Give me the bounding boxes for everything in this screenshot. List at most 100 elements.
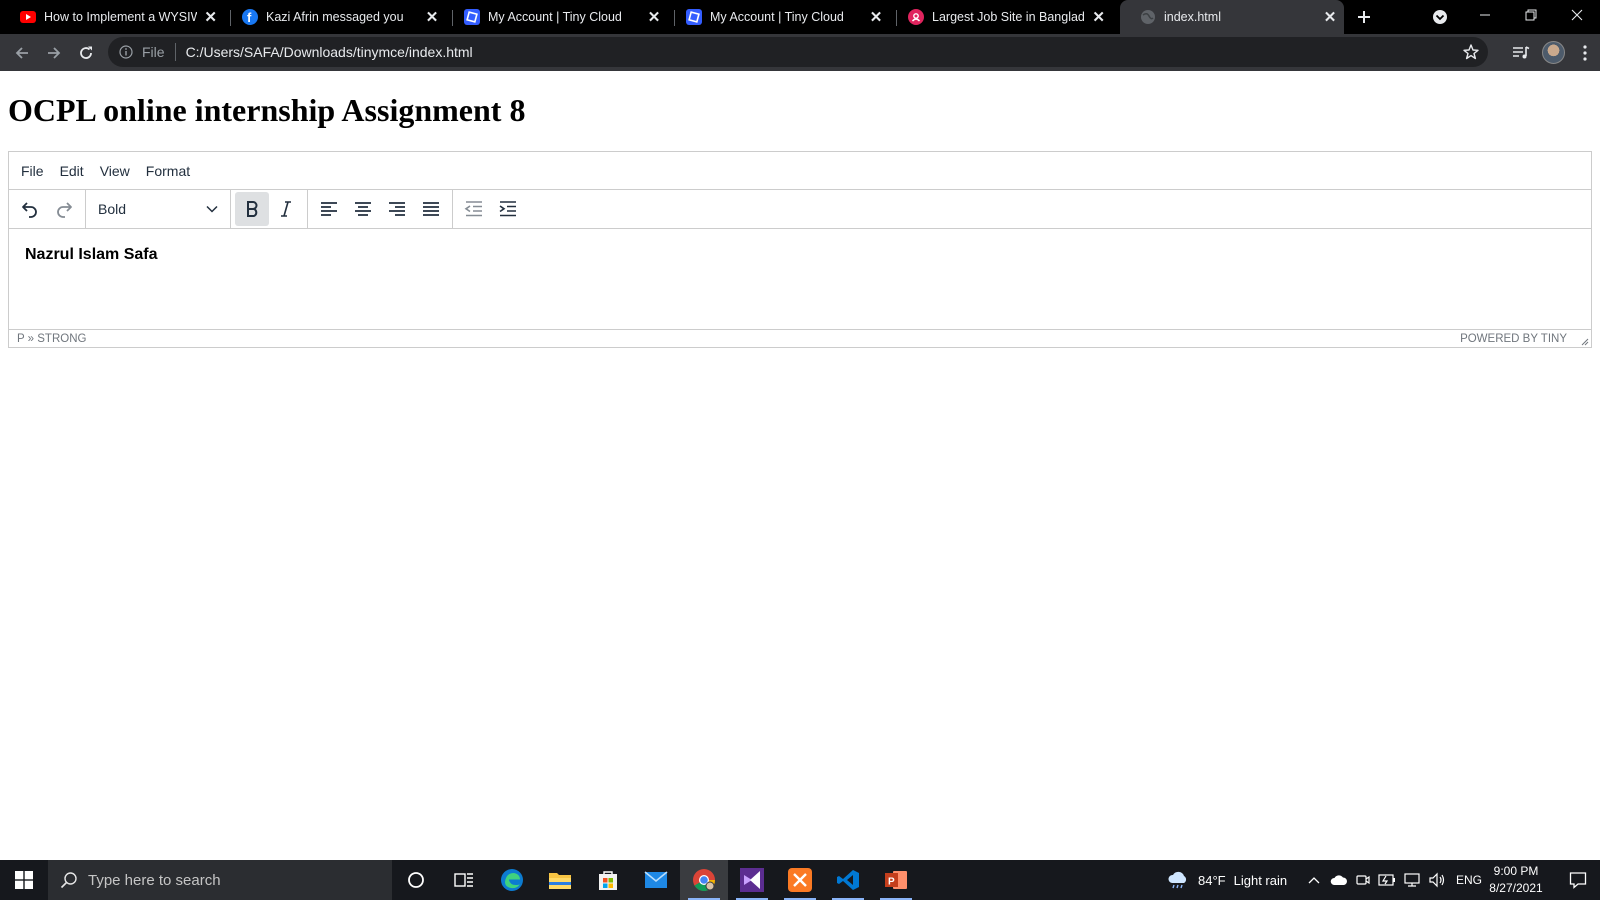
url-scheme-label: File bbox=[142, 44, 165, 60]
alignment-group bbox=[308, 189, 453, 229]
weather-rain-cloud-icon bbox=[1168, 871, 1187, 889]
tab-close-icon[interactable]: ✕ bbox=[1091, 9, 1106, 26]
taskbar-search-box[interactable]: Type here to search bbox=[48, 860, 392, 900]
browser-toolbar: File C:/Users/SAFA/Downloads/tinymce/ind… bbox=[0, 34, 1600, 71]
visual-studio-app[interactable] bbox=[728, 860, 776, 900]
weather-widget[interactable]: 84°F Light rain bbox=[1166, 860, 1287, 900]
indent-group bbox=[453, 190, 529, 229]
align-center-icon bbox=[355, 202, 371, 216]
globe-icon bbox=[1140, 9, 1156, 25]
reload-button[interactable] bbox=[72, 39, 100, 67]
microsoft-store-app[interactable] bbox=[584, 860, 632, 900]
info-icon[interactable] bbox=[118, 44, 134, 60]
back-button[interactable] bbox=[8, 39, 36, 67]
tab-close-icon[interactable]: ✕ bbox=[203, 9, 218, 26]
tab-tiny-cloud-2[interactable]: My Account | Tiny Cloud ✕ bbox=[666, 0, 890, 34]
block-format-value: Bold bbox=[98, 201, 127, 217]
element-path[interactable]: P » STRONG bbox=[17, 333, 86, 345]
xampp-app[interactable] bbox=[776, 860, 824, 900]
file-explorer-app[interactable] bbox=[536, 860, 584, 900]
bold-button[interactable] bbox=[235, 192, 269, 226]
facebook-icon: f bbox=[242, 9, 258, 25]
outdent-icon bbox=[464, 201, 482, 217]
mail-app[interactable] bbox=[632, 860, 680, 900]
chrome-icon bbox=[693, 869, 715, 891]
volume-icon[interactable] bbox=[1428, 872, 1446, 888]
undo-button[interactable] bbox=[13, 192, 47, 226]
powerpoint-app[interactable]: P bbox=[872, 860, 920, 900]
tab-index-html[interactable]: index.html ✕ bbox=[1120, 0, 1344, 34]
clock-date: 8/27/2021 bbox=[1489, 881, 1543, 895]
indent-button[interactable] bbox=[491, 192, 525, 226]
tab-close-icon[interactable]: ✕ bbox=[868, 9, 884, 26]
meet-now-icon[interactable] bbox=[1356, 872, 1370, 888]
editor-content-area[interactable]: Nazrul Islam Safa bbox=[9, 229, 1591, 329]
align-left-button[interactable] bbox=[312, 192, 346, 226]
chevron-up-icon[interactable] bbox=[1308, 876, 1320, 884]
minimize-button[interactable] bbox=[1462, 0, 1508, 30]
browser-menu-icon[interactable] bbox=[1574, 42, 1596, 64]
address-bar[interactable]: File C:/Users/SAFA/Downloads/tinymce/ind… bbox=[108, 37, 1488, 67]
tab-title: index.html bbox=[1164, 10, 1221, 24]
redo-button[interactable] bbox=[47, 192, 81, 226]
network-ethernet-icon[interactable] bbox=[1404, 872, 1420, 888]
restore-button[interactable] bbox=[1508, 0, 1554, 30]
cortana-button[interactable] bbox=[392, 860, 440, 900]
resize-handle-icon[interactable] bbox=[1579, 336, 1589, 346]
notification-center-button[interactable] bbox=[1560, 860, 1596, 900]
menu-edit[interactable]: Edit bbox=[52, 159, 92, 183]
start-button[interactable] bbox=[0, 860, 48, 900]
chrome-app[interactable] bbox=[680, 860, 728, 900]
menu-file[interactable]: File bbox=[13, 159, 52, 183]
page-title: OCPL online internship Assignment 8 bbox=[8, 92, 526, 128]
tab-bdjobs[interactable]: Largest Job Site in Banglades ✕ bbox=[888, 0, 1112, 34]
tab-close-icon[interactable]: ✕ bbox=[1322, 9, 1338, 26]
menu-view[interactable]: View bbox=[92, 159, 138, 183]
profile-avatar[interactable] bbox=[1542, 41, 1565, 64]
new-tab-button[interactable] bbox=[1352, 0, 1376, 34]
tab-search-button[interactable] bbox=[1418, 2, 1462, 32]
youtube-icon bbox=[20, 9, 36, 25]
align-center-button[interactable] bbox=[346, 192, 380, 226]
vscode-app[interactable] bbox=[824, 860, 872, 900]
search-icon bbox=[60, 872, 77, 889]
tab-tiny-cloud-1[interactable]: My Account | Tiny Cloud ✕ bbox=[444, 0, 668, 34]
media-control-icon[interactable] bbox=[1510, 42, 1532, 64]
indent-icon bbox=[499, 201, 516, 217]
bookmark-star-icon[interactable] bbox=[1462, 43, 1480, 61]
tab-youtube[interactable]: How to Implement a WYSIWY ✕ bbox=[0, 0, 224, 34]
tab-close-icon[interactable]: ✕ bbox=[646, 9, 662, 26]
editor-paragraph[interactable]: Nazrul Islam Safa bbox=[25, 246, 1575, 264]
editor-bold-text[interactable]: Nazrul Islam Safa bbox=[25, 246, 158, 263]
onedrive-cloud-icon[interactable] bbox=[1330, 874, 1348, 886]
arrow-left-icon bbox=[15, 47, 28, 59]
clock-time: 9:00 PM bbox=[1493, 864, 1539, 878]
align-right-button[interactable] bbox=[380, 192, 414, 226]
web-page: OCPL online internship Assignment 8 File… bbox=[0, 71, 1600, 860]
block-format-group: Bold bbox=[86, 189, 231, 229]
editor-statusbar: P » STRONG POWERED BY TINY bbox=[9, 329, 1591, 347]
italic-button[interactable] bbox=[269, 192, 303, 226]
tab-close-icon[interactable]: ✕ bbox=[424, 9, 440, 26]
battery-charging-icon[interactable] bbox=[1378, 872, 1396, 888]
edge-app[interactable] bbox=[488, 860, 536, 900]
powered-by-tiny-link[interactable]: POWERED BY TINY bbox=[1460, 333, 1567, 345]
search-placeholder: Type here to search bbox=[88, 871, 221, 889]
tab-facebook[interactable]: f Kazi Afrin messaged you ✕ bbox=[222, 0, 446, 34]
redo-icon bbox=[57, 202, 72, 218]
outdent-button[interactable] bbox=[457, 192, 491, 226]
menu-format[interactable]: Format bbox=[138, 159, 198, 183]
mail-envelope-icon bbox=[644, 871, 668, 888]
align-justify-button[interactable] bbox=[414, 192, 448, 226]
forward-button[interactable] bbox=[40, 39, 68, 67]
block-format-select[interactable]: Bold bbox=[90, 192, 226, 226]
url-text[interactable]: C:/Users/SAFA/Downloads/tinymce/index.ht… bbox=[186, 44, 473, 60]
history-group bbox=[9, 189, 86, 229]
reload-icon bbox=[80, 46, 92, 59]
browser-tabstrip: How to Implement a WYSIWY ✕ f Kazi Afrin… bbox=[0, 0, 1600, 34]
task-view-button[interactable] bbox=[440, 860, 488, 900]
visual-studio-icon bbox=[740, 868, 764, 892]
close-window-button[interactable] bbox=[1554, 0, 1600, 30]
tiny-icon bbox=[686, 9, 702, 25]
taskbar-clock[interactable]: 9:00 PM 8/27/2021 bbox=[1476, 863, 1556, 897]
